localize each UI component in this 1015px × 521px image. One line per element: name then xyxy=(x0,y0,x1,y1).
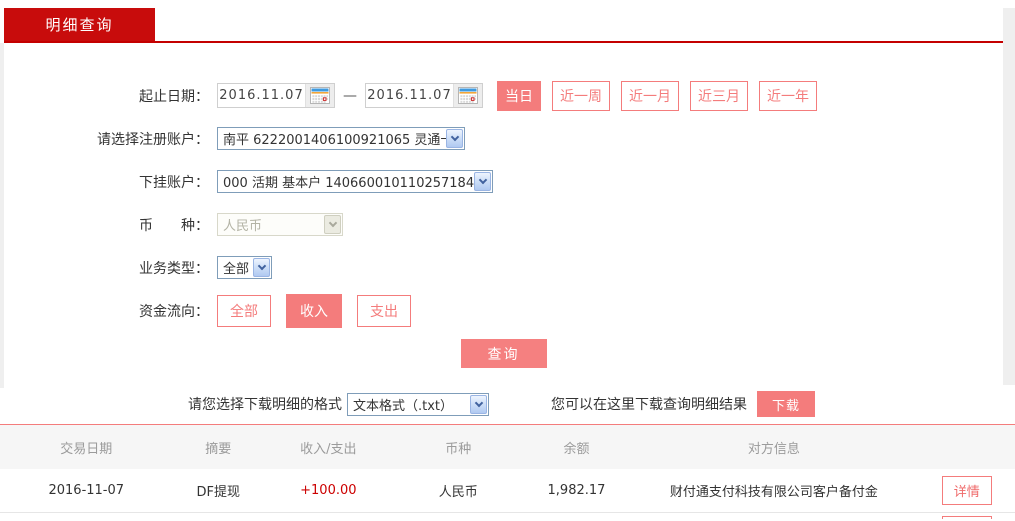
date-range-label: 起止日期： xyxy=(139,88,209,105)
sub-account-label: 下挂账户： xyxy=(139,174,209,191)
date-range-row: 起止日期： 2016.11.07 — 2016.11.07 当日 近一周 近一月… xyxy=(4,74,1003,117)
chevron-down-icon xyxy=(470,394,487,414)
download-hint: 您可以在这里下载查询明细结果 xyxy=(551,397,747,413)
fund-flow-expense-button[interactable]: 支出 xyxy=(357,294,411,327)
cell-balance: 1,982.17 xyxy=(547,483,606,498)
results-table: 交易日期 摘要 收入/支出 币种 余额 对方信息 2016-11-07 DF提现… xyxy=(0,425,1015,519)
date-separator: — xyxy=(343,87,357,104)
chevron-down-icon xyxy=(446,129,463,148)
query-button[interactable]: 查询 xyxy=(460,339,547,368)
tab-bar: 明细查询 xyxy=(0,0,1015,41)
download-row: 请您选择下载明细的格式 文本格式（.txt） 您可以在这里下载查询明细结果 下载 xyxy=(0,390,1015,418)
fund-flow-income-button[interactable]: 收入 xyxy=(286,293,342,328)
range-button-last-week[interactable]: 近一周 xyxy=(552,80,610,111)
cell-trade-date: 2016-11-07 xyxy=(48,483,125,498)
sub-account-value: 000 活期 基本户 1406600101102571848 xyxy=(223,176,474,191)
registered-account-label: 请选择注册账户： xyxy=(97,131,209,148)
end-date-input[interactable]: 2016.11.07 xyxy=(365,83,483,108)
range-button-today[interactable]: 当日 xyxy=(497,80,541,111)
start-date-input[interactable]: 2016.11.07 xyxy=(217,83,335,108)
chevron-down-icon xyxy=(474,172,491,191)
business-type-row: 业务类型： 全部 xyxy=(4,246,1003,289)
fund-flow-all-button[interactable]: 全部 xyxy=(217,294,271,327)
currency-row: 币 种： 人民币 xyxy=(4,203,1003,246)
table-row: 2016-11-07 DF提现 +100.00 人民币 1,982.17 财付通… xyxy=(0,469,1015,513)
left-page-margin xyxy=(0,43,4,388)
start-date-value[interactable]: 2016.11.07 xyxy=(218,84,306,107)
download-format-select[interactable]: 文本格式（.txt） xyxy=(347,392,489,416)
header-currency: 币种 xyxy=(445,441,472,457)
cell-currency: 人民币 xyxy=(438,485,478,500)
registered-account-select[interactable]: 南平 6222001406100921065 灵通卡 xyxy=(217,127,465,150)
cell-summary: DF提现 xyxy=(196,485,240,500)
registered-account-row: 请选择注册账户： 南平 6222001406100921065 灵通卡 xyxy=(4,117,1003,160)
query-button-row: 查询 xyxy=(4,339,1003,368)
business-type-select[interactable]: 全部 xyxy=(217,256,272,279)
currency-label: 币 种： xyxy=(139,217,209,234)
calendar-icon[interactable] xyxy=(306,84,334,107)
chevron-down-icon xyxy=(253,258,270,277)
right-page-margin xyxy=(1003,8,1015,385)
sub-account-select[interactable]: 000 活期 基本户 1406600101102571848 xyxy=(217,170,493,193)
header-trade-date: 交易日期 xyxy=(60,441,113,457)
download-button[interactable]: 下载 xyxy=(757,391,815,417)
table-row-partial: 详情 xyxy=(0,513,1015,519)
header-balance: 余额 xyxy=(563,441,590,457)
detail-button[interactable]: 详情 xyxy=(941,516,992,519)
detail-button[interactable]: 详情 xyxy=(941,476,992,505)
range-button-last-month[interactable]: 近一月 xyxy=(621,80,679,111)
range-button-last-3-months[interactable]: 近三月 xyxy=(690,80,748,111)
business-type-value: 全部 xyxy=(223,262,250,277)
query-form: 起止日期： 2016.11.07 — 2016.11.07 当日 近一周 近一月… xyxy=(4,43,1003,368)
header-counterparty: 对方信息 xyxy=(747,441,800,457)
table-header-row: 交易日期 摘要 收入/支出 币种 余额 对方信息 xyxy=(0,425,1015,469)
header-summary: 摘要 xyxy=(205,441,232,457)
detail-query-page: 明细查询 起止日期： 2016.11.07 — 2016.11.07 当日 近一… xyxy=(0,0,1015,521)
calendar-icon[interactable] xyxy=(454,84,482,107)
download-format-label: 请您选择下载明细的格式 xyxy=(188,397,342,413)
currency-select: 人民币 xyxy=(217,213,343,236)
cell-counterparty: 财付通支付科技有限公司客户备付金 xyxy=(669,485,878,500)
sub-account-row: 下挂账户： 000 活期 基本户 1406600101102571848 xyxy=(4,160,1003,203)
business-type-label: 业务类型： xyxy=(139,260,209,277)
currency-value: 人民币 xyxy=(223,219,263,234)
tab-detail-query[interactable]: 明细查询 xyxy=(4,8,155,41)
cell-amount: +100.00 xyxy=(300,483,357,498)
chevron-down-icon xyxy=(324,215,341,234)
download-format-value: 文本格式（.txt） xyxy=(353,398,454,414)
range-button-last-year[interactable]: 近一年 xyxy=(759,80,817,111)
fund-flow-row: 资金流向： 全部 收入 支出 xyxy=(4,289,1003,332)
end-date-value[interactable]: 2016.11.07 xyxy=(366,84,454,107)
fund-flow-label: 资金流向： xyxy=(139,303,209,320)
header-income-expense: 收入/支出 xyxy=(300,441,357,457)
registered-account-value: 南平 6222001406100921065 灵通卡 xyxy=(223,133,446,148)
